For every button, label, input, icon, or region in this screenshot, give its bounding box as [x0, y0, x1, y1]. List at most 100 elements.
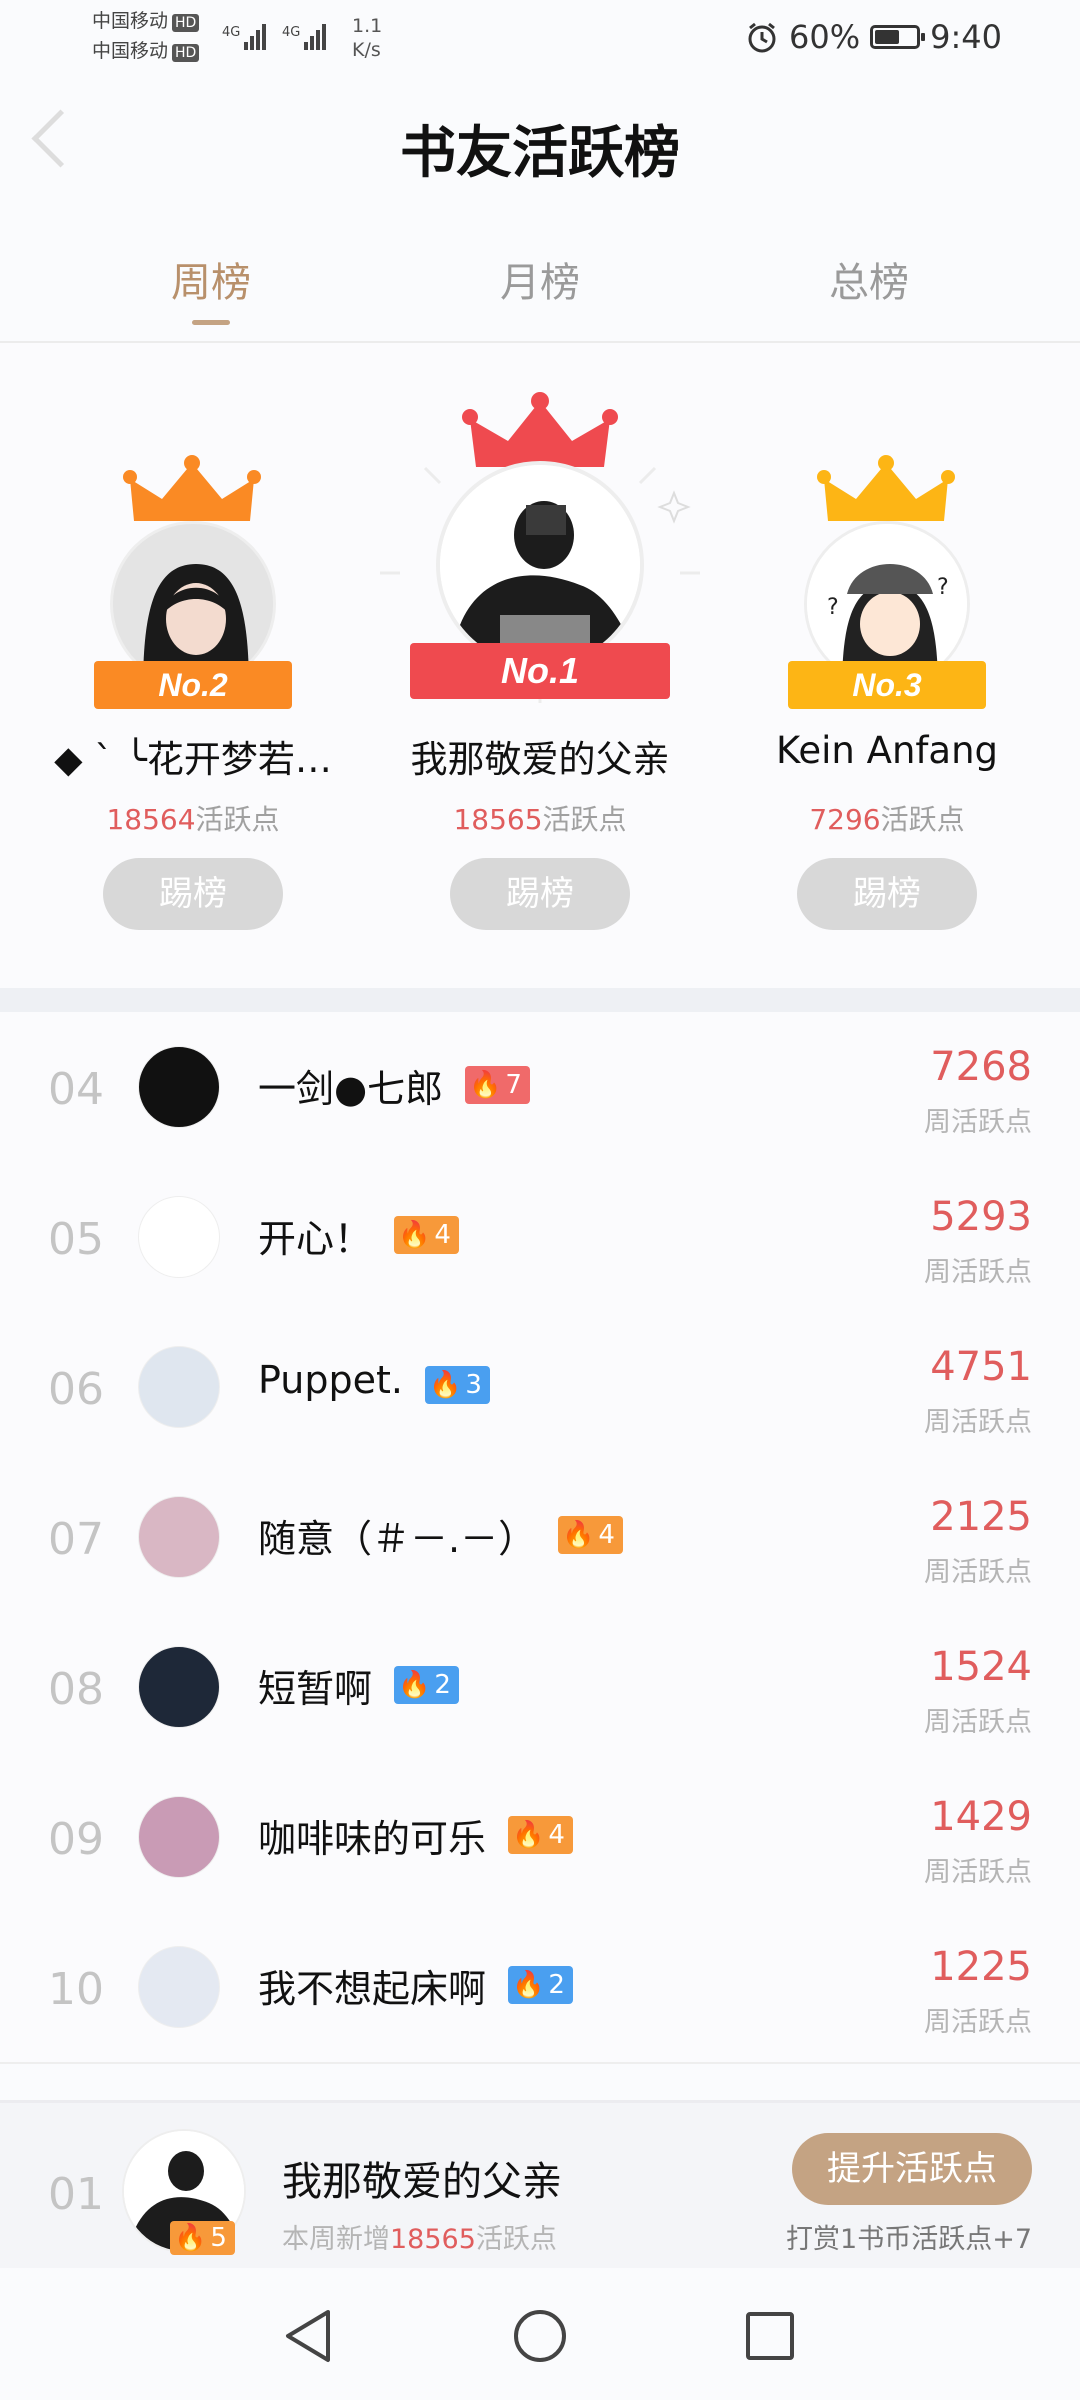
score-value: 2125: [930, 1494, 1032, 1540]
score-label: 周活跃点: [924, 1557, 1032, 1588]
avatar[interactable]: [436, 461, 644, 669]
flame-icon: 🔥: [429, 1370, 462, 1400]
status-bar: 中国移动 HD 中国移动 HD 4G 4G 1.1 K/s 60% 9:40: [0, 0, 1080, 80]
podium: No.2 ◆ ˋ ╰花开梦若… 18564活跃点 踢榜 No.1 我那敬爱的父亲…: [0, 343, 1080, 988]
level-value: 2: [434, 1670, 451, 1700]
score-value: 1225: [930, 1944, 1032, 1990]
crown-icon: [817, 455, 955, 521]
rank-row[interactable]: 06 Puppet. 🔥 3 4751 周活跃点: [0, 1312, 1080, 1464]
level-badge: 🔥 4: [558, 1516, 623, 1554]
rank-row[interactable]: 09 咖啡味的可乐 🔥 4 1429 周活跃点: [0, 1762, 1080, 1914]
carrier-name: 中国移动: [92, 40, 169, 62]
level-value: 4: [548, 1820, 565, 1850]
section-divider: [0, 988, 1080, 1012]
kick-button[interactable]: 踢榜: [797, 858, 977, 930]
avatar[interactable]: [138, 1946, 220, 2028]
svg-text:4G: 4G: [222, 25, 240, 40]
rank-number: 05: [48, 1214, 104, 1265]
avatar[interactable]: [138, 1046, 220, 1128]
tab-total[interactable]: 总榜: [769, 250, 969, 308]
boost-activity-button[interactable]: 提升活跃点: [792, 2133, 1032, 2205]
score-label: 周活跃点: [924, 1857, 1032, 1888]
avatar[interactable]: [138, 1646, 220, 1728]
rank-row[interactable]: 05 开心！ 🔥 4 5293 周活跃点: [0, 1162, 1080, 1314]
podium-points: 7296活跃点: [727, 798, 1047, 838]
user-name: 咖啡味的可乐: [258, 1817, 487, 1861]
flame-icon: 🔥: [398, 1220, 431, 1250]
rank-ribbon: No.1: [410, 643, 670, 699]
points-value: 18564: [106, 803, 196, 836]
my-name: 我那敬爱的父亲: [282, 2159, 562, 2205]
clock: 9:40: [930, 18, 1002, 56]
tab-bar: 周榜 月榜 总榜: [0, 250, 1080, 340]
level-badge: 🔥 7: [465, 1066, 530, 1104]
points-suffix: 活跃点: [475, 2224, 557, 2255]
points-value: 18565: [453, 803, 543, 836]
podium-name: ◆ ˋ ╰花开梦若…: [54, 738, 332, 781]
level-value: 4: [598, 1520, 615, 1550]
level-value: 4: [434, 1220, 451, 1250]
kick-button[interactable]: 踢榜: [450, 858, 630, 930]
rank-ribbon: No.2: [94, 661, 292, 709]
level-value: 2: [548, 1970, 565, 2000]
level-badge: 🔥 5: [170, 2221, 235, 2255]
crown-icon: [462, 392, 618, 467]
my-weekly-points: 本周新增18565活跃点: [282, 2217, 557, 2256]
user-name: 我不想起床啊: [258, 1967, 487, 2011]
alarm-icon: [748, 22, 776, 53]
my-rank-number: 01: [48, 2169, 104, 2220]
podium-points: 18565活跃点: [380, 798, 700, 838]
speed-unit: K/s: [352, 39, 381, 61]
hd-badge: HD: [172, 14, 200, 32]
tab-monthly[interactable]: 月榜: [440, 250, 640, 308]
points-prefix: 本周新增: [282, 2224, 390, 2255]
page-title: 书友活跃榜: [400, 120, 680, 186]
score-value: 1524: [930, 1644, 1032, 1690]
avatar[interactable]: [138, 1346, 220, 1428]
flame-icon: 🔥: [174, 2223, 207, 2253]
score-value: 1429: [930, 1794, 1032, 1840]
podium-name: 我那敬爱的父亲: [410, 738, 670, 781]
level-value: 7: [505, 1070, 522, 1100]
svg-text:?: ?: [937, 575, 949, 600]
rank-number: 04: [48, 1064, 104, 1115]
rank-row[interactable]: 08 短暂啊 🔥 2 1524 周活跃点: [0, 1612, 1080, 1764]
score-label: 周活跃点: [924, 1107, 1032, 1138]
status-right: 60% 9:40: [745, 18, 1002, 56]
points-suffix: 活跃点: [195, 803, 280, 836]
level-badge: 🔥 2: [508, 1966, 573, 2004]
rank-ribbon: No.3: [788, 661, 986, 709]
svg-text:?: ?: [827, 595, 839, 620]
home-nav-icon[interactable]: [512, 2308, 568, 2364]
battery-icon: [870, 25, 926, 49]
points-suffix: 活跃点: [542, 803, 627, 836]
rank-number: 08: [48, 1664, 104, 1715]
tab-weekly[interactable]: 周榜: [111, 250, 311, 308]
user-name: 一剑●七郎: [258, 1067, 444, 1111]
signal-icon: 4G 4G: [222, 18, 332, 58]
tab-indicator: [192, 320, 230, 325]
score-value: 5293: [930, 1194, 1032, 1240]
carrier-line-2: 中国移动 HD: [92, 36, 200, 66]
back-nav-icon[interactable]: [282, 2308, 334, 2364]
recents-nav-icon[interactable]: [744, 2310, 796, 2362]
kick-button[interactable]: 踢榜: [103, 858, 283, 930]
network-speed: 1.1 K/s: [352, 14, 382, 62]
avatar[interactable]: [138, 1196, 220, 1278]
flame-icon: 🔥: [469, 1070, 502, 1100]
score-label: 周活跃点: [924, 1407, 1032, 1438]
crown-icon: [123, 455, 261, 521]
level-value: 5: [210, 2223, 227, 2253]
my-rank-bar: 01 🔥 5 我那敬爱的父亲 本周新增18565活跃点 提升活跃点 打赏1书币活跃…: [0, 2100, 1080, 2271]
level-badge: 🔥 2: [394, 1666, 459, 1704]
score-label: 周活跃点: [924, 1257, 1032, 1288]
rank-row[interactable]: 07 随意（＃－.－） 🔥 4 2125 周活跃点: [0, 1462, 1080, 1614]
points-value: 18565: [390, 2224, 476, 2255]
level-badge: 🔥 4: [508, 1816, 573, 1854]
rank-row[interactable]: 10 我不想起床啊 🔥 2 1225 周活跃点: [0, 1912, 1080, 2064]
avatar[interactable]: [138, 1796, 220, 1878]
level-badge: 🔥 4: [394, 1216, 459, 1254]
flame-icon: 🔥: [398, 1670, 431, 1700]
rank-row[interactable]: 04 一剑●七郎 🔥 7 7268 周活跃点: [0, 1012, 1080, 1164]
avatar[interactable]: [138, 1496, 220, 1578]
